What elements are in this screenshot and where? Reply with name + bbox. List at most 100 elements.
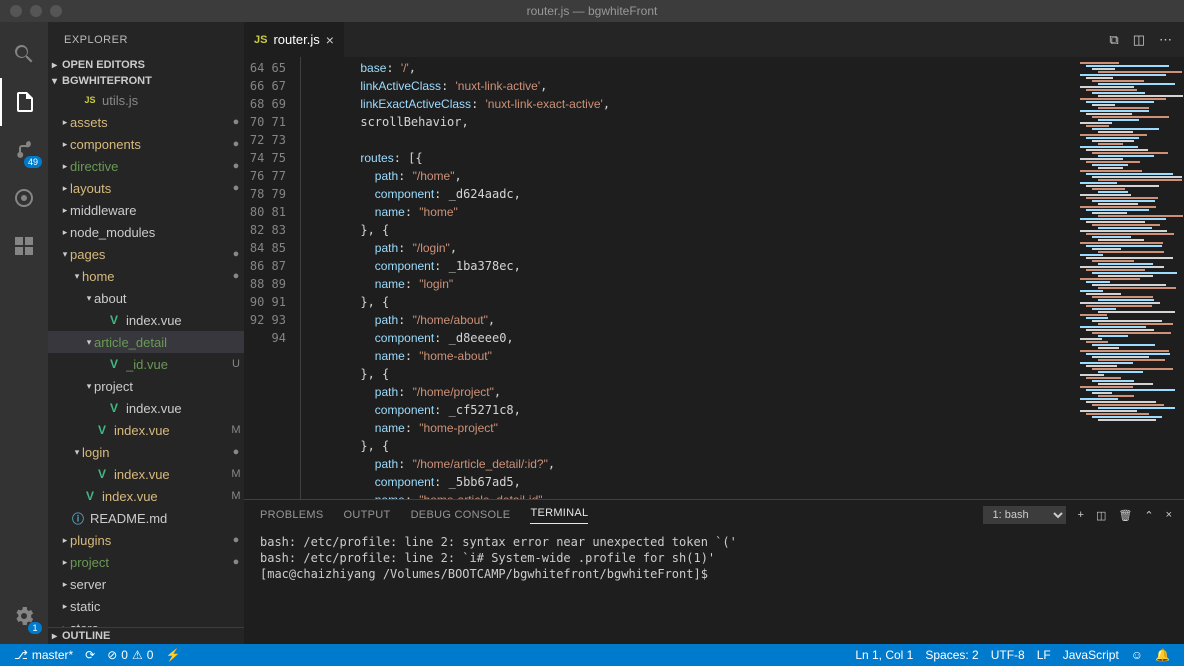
tree-item[interactable]: ▸layouts● xyxy=(48,177,244,199)
git-branch[interactable]: ⎇master* xyxy=(8,644,79,666)
split-editor-icon[interactable]: ◫ xyxy=(1133,32,1145,48)
terminal-output[interactable]: bash: /etc/profile: line 2: syntax error… xyxy=(244,530,1184,644)
tree-item[interactable]: ▸store xyxy=(48,617,244,627)
tree-item[interactable]: ▸server xyxy=(48,573,244,595)
window-title: router.js — bgwhiteFront xyxy=(527,4,658,18)
git-status-indicator: ● xyxy=(228,182,244,194)
tree-item[interactable]: ▸components● xyxy=(48,133,244,155)
js-file-icon: JS xyxy=(254,34,267,46)
scm-badge: 49 xyxy=(24,156,42,168)
tab-close-icon[interactable]: × xyxy=(326,32,334,48)
explorer-icon[interactable] xyxy=(0,78,48,126)
tree-item[interactable]: ▾project xyxy=(48,375,244,397)
git-status-indicator: M xyxy=(228,490,244,502)
cursor-position[interactable]: Ln 1, Col 1 xyxy=(849,648,919,662)
maximize-window-button[interactable] xyxy=(50,5,62,17)
tree-item[interactable]: Vindex.vueM xyxy=(48,463,244,485)
tree-item-label: _id.vue xyxy=(126,357,228,372)
chevron-icon: ▾ xyxy=(84,293,94,304)
eol[interactable]: LF xyxy=(1031,648,1057,662)
tree-item[interactable]: JSutils.js xyxy=(48,89,244,111)
section-outline[interactable]: ▸OUTLINE xyxy=(48,627,244,644)
tree-item[interactable]: ▸plugins● xyxy=(48,529,244,551)
split-terminal-icon[interactable]: ◫ xyxy=(1096,509,1106,522)
tree-item[interactable]: ▸node_modules xyxy=(48,221,244,243)
problems-status[interactable]: ⊘0⚠0 xyxy=(101,644,159,666)
extensions-icon[interactable] xyxy=(0,222,48,270)
tree-item[interactable]: ▸assets● xyxy=(48,111,244,133)
feedback-icon[interactable]: ☺ xyxy=(1125,648,1149,662)
tree-item[interactable]: Vindex.vueM xyxy=(48,485,244,507)
more-actions-icon[interactable]: ⋯ xyxy=(1159,32,1172,48)
notifications-icon[interactable]: 🔔 xyxy=(1149,648,1176,662)
search-icon[interactable] xyxy=(0,30,48,78)
tab-router-js[interactable]: JS router.js × xyxy=(244,22,345,57)
new-terminal-icon[interactable]: + xyxy=(1078,509,1084,521)
file-icon: V xyxy=(106,401,122,415)
tree-item[interactable]: ▾login● xyxy=(48,441,244,463)
tree-item[interactable]: ▸middleware xyxy=(48,199,244,221)
live-server-icon[interactable]: ⚡ xyxy=(159,644,186,666)
git-status-indicator: ● xyxy=(228,556,244,568)
file-icon: V xyxy=(82,489,98,503)
title-bar: router.js — bgwhiteFront xyxy=(0,0,1184,22)
tree-item[interactable]: ▸directive● xyxy=(48,155,244,177)
tree-item-label: project xyxy=(70,555,228,570)
minimap[interactable] xyxy=(1074,57,1184,499)
encoding[interactable]: UTF-8 xyxy=(985,648,1031,662)
close-window-button[interactable] xyxy=(10,5,22,17)
tab-label: router.js xyxy=(273,32,319,47)
tree-item[interactable]: ▾pages● xyxy=(48,243,244,265)
maximize-panel-icon[interactable]: ⌃ xyxy=(1144,509,1153,522)
chevron-icon: ▸ xyxy=(60,557,70,568)
sync-icon[interactable]: ⟳ xyxy=(79,644,101,666)
indentation[interactable]: Spaces: 2 xyxy=(919,648,984,662)
tree-item[interactable]: V_id.vueU xyxy=(48,353,244,375)
tree-item[interactable]: ▾about xyxy=(48,287,244,309)
chevron-icon: ▸ xyxy=(60,579,70,590)
git-status-indicator: ● xyxy=(228,248,244,260)
minimize-window-button[interactable] xyxy=(30,5,42,17)
chevron-icon: ▾ xyxy=(60,249,70,260)
git-status-indicator: ● xyxy=(228,446,244,458)
code-editor[interactable]: base: '/', linkActiveClass: 'nuxt-link-a… xyxy=(300,57,1074,499)
panel-tab-problems[interactable]: PROBLEMS xyxy=(260,509,324,521)
open-changes-icon[interactable]: ⧉ xyxy=(1109,32,1118,48)
explorer-sidebar: EXPLORER ▸OPEN EDITORS ▾BGWHITEFRONT JSu… xyxy=(48,22,244,644)
tree-item[interactable]: ▾article_detail xyxy=(48,331,244,353)
git-status-indicator: M xyxy=(228,424,244,436)
file-icon: V xyxy=(94,423,110,437)
chevron-icon: ▾ xyxy=(72,271,82,282)
tree-item-label: index.vue xyxy=(102,489,228,504)
git-status-indicator: ● xyxy=(228,160,244,172)
section-project[interactable]: ▾BGWHITEFRONT xyxy=(48,73,244,89)
tree-item-label: README.md xyxy=(90,511,244,526)
tree-item[interactable]: ▸static xyxy=(48,595,244,617)
section-open-editors[interactable]: ▸OPEN EDITORS xyxy=(48,57,244,73)
scm-icon[interactable]: 49 xyxy=(0,126,48,174)
language-mode[interactable]: JavaScript xyxy=(1057,648,1125,662)
tree-item-label: components xyxy=(70,137,228,152)
terminal-select[interactable]: 1: bash xyxy=(983,506,1066,524)
tree-item[interactable]: ▸project● xyxy=(48,551,244,573)
tree-item[interactable]: Vindex.vueM xyxy=(48,419,244,441)
chevron-icon: ▸ xyxy=(60,535,70,546)
tree-item-label: store xyxy=(70,621,244,628)
close-panel-icon[interactable]: × xyxy=(1166,509,1172,521)
line-gutter: 64 65 66 67 68 69 70 71 72 73 74 75 76 7… xyxy=(244,57,300,499)
tree-item[interactable]: ⓘREADME.md xyxy=(48,507,244,529)
panel-tab-terminal[interactable]: TERMINAL xyxy=(530,507,588,524)
tree-item-label: assets xyxy=(70,115,228,130)
debug-icon[interactable] xyxy=(0,174,48,222)
panel-tab-output[interactable]: OUTPUT xyxy=(344,509,391,521)
panel-tab-debug-console[interactable]: DEBUG CONSOLE xyxy=(411,509,511,521)
tree-item-label: node_modules xyxy=(70,225,244,240)
settings-gear-icon[interactable]: 1 xyxy=(0,592,48,640)
tree-item[interactable]: Vindex.vue xyxy=(48,397,244,419)
kill-terminal-icon[interactable]: 🗑 xyxy=(1118,509,1132,522)
tree-item[interactable]: ▾home● xyxy=(48,265,244,287)
file-icon: V xyxy=(106,313,122,327)
chevron-icon: ▸ xyxy=(60,205,70,216)
file-icon: V xyxy=(94,467,110,481)
tree-item[interactable]: Vindex.vue xyxy=(48,309,244,331)
